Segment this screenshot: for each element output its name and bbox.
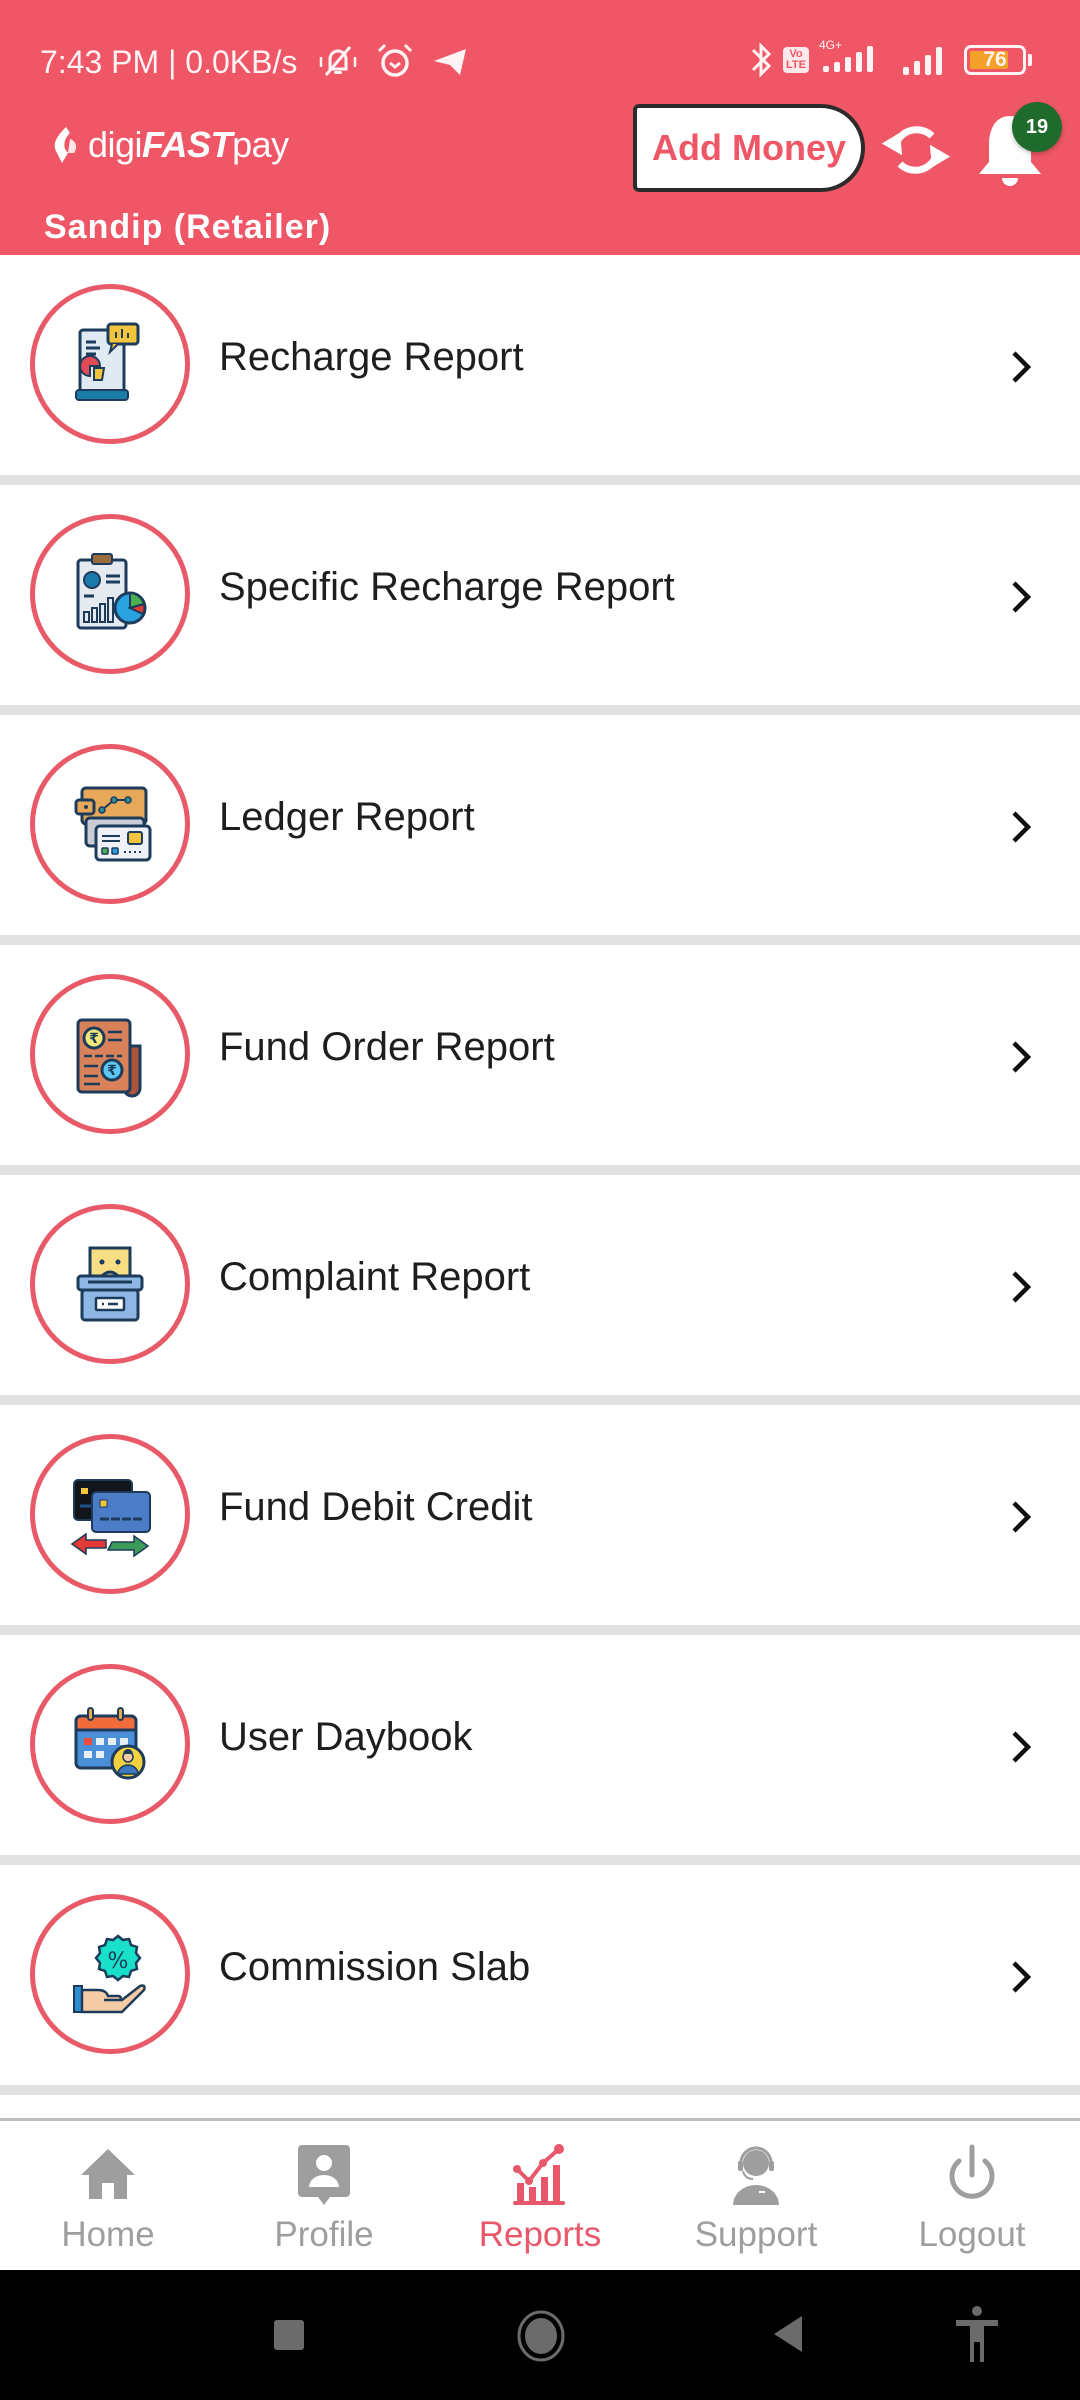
svg-text:₹: ₹	[89, 1031, 99, 1047]
complaint-report-icon	[76, 1246, 144, 1322]
chevron-right-icon	[1012, 351, 1032, 383]
accessibility-button[interactable]	[952, 2304, 1002, 2364]
report-item-fund-order-report[interactable]: ₹ ₹ Fund Order Report	[0, 945, 1080, 1175]
nav-tab-logout[interactable]: Logout	[864, 2121, 1080, 2270]
user-daybook-icon	[74, 1707, 146, 1780]
chevron-right-icon	[1012, 1041, 1032, 1073]
chevron-right-icon	[1012, 811, 1032, 843]
report-item-complaint-report[interactable]: Complaint Report	[0, 1175, 1080, 1405]
specific-recharge-report-icon	[76, 553, 147, 630]
report-label: User Daybook	[219, 1715, 473, 1759]
nav-tab-support[interactable]: Support	[648, 2121, 864, 2270]
nav-tab-home[interactable]: Home	[0, 2121, 216, 2270]
commission-slab-icon: %	[73, 1934, 146, 2014]
battery-tip	[1028, 54, 1032, 66]
report-label: Commission Slab	[219, 1945, 531, 1989]
nav-tab-reports[interactable]: Reports	[432, 2121, 648, 2270]
report-label: Fund Debit Credit	[219, 1485, 533, 1529]
signal-icon	[903, 45, 942, 75]
home-button[interactable]	[516, 2310, 566, 2362]
profile-icon	[298, 2145, 350, 2205]
report-label: Fund Order Report	[219, 1025, 555, 1069]
mute-vibrate-icon	[319, 46, 357, 76]
report-label: Ledger Report	[219, 795, 475, 839]
report-item-ledger-report[interactable]: Ledger Report	[0, 715, 1080, 945]
report-item-recharge-report[interactable]: Recharge Report	[0, 255, 1080, 485]
app-header: 7:43 PM | 0.0KB/s Vo LTE 4G+ 76 digiFAST…	[0, 0, 1080, 255]
report-item-commission-slab[interactable]: % Commission Slab	[0, 1865, 1080, 2095]
system-navigation-bar	[0, 2270, 1080, 2400]
brand-logo: digiFASTpay	[48, 124, 289, 166]
volte-icon: Vo LTE	[783, 47, 809, 73]
signal-4g-icon: 4G+	[819, 38, 885, 78]
report-item-fund-debit-credit[interactable]: Fund Debit Credit	[0, 1405, 1080, 1635]
bluetooth-icon	[751, 42, 772, 78]
svg-text:₹: ₹	[107, 1063, 117, 1079]
reports-list: Recharge Report Specific Recharge Report	[0, 255, 1080, 2095]
add-money-button[interactable]: Add Money	[633, 104, 865, 192]
home-icon	[81, 2149, 135, 2199]
status-bar: 7:43 PM | 0.0KB/s Vo LTE 4G+ 76	[0, 0, 1080, 120]
battery-icon: 76	[964, 45, 1026, 75]
chevron-right-icon	[1012, 1501, 1032, 1533]
logo-mark-icon	[54, 127, 77, 163]
refresh-icon[interactable]	[878, 118, 954, 182]
back-button[interactable]	[770, 2314, 806, 2354]
recharge-report-icon	[75, 322, 140, 401]
fund-debit-credit-icon	[70, 1479, 151, 1558]
bottom-navigation: Home Profile Reports Support Logout	[0, 2118, 1080, 2270]
chevron-right-icon	[1012, 1731, 1032, 1763]
chevron-right-icon	[1012, 1961, 1032, 1993]
report-item-user-daybook[interactable]: User Daybook	[0, 1635, 1080, 1865]
report-label: Complaint Report	[219, 1255, 531, 1299]
chevron-right-icon	[1012, 581, 1032, 613]
nav-tab-profile[interactable]: Profile	[216, 2121, 432, 2270]
notification-badge: 19	[1012, 102, 1062, 152]
power-icon	[949, 2144, 995, 2199]
svg-text:%: %	[108, 1949, 129, 1974]
chevron-right-icon	[1012, 1271, 1032, 1303]
alarm-icon	[377, 43, 413, 77]
support-icon	[733, 2146, 779, 2205]
report-label: Recharge Report	[219, 335, 524, 379]
reports-icon	[513, 2144, 565, 2205]
status-time: 7:43 PM | 0.0KB/s	[40, 44, 298, 80]
fund-order-report-icon: ₹ ₹	[76, 1018, 142, 1098]
telegram-icon	[434, 49, 466, 75]
user-name: Sandip (Retailer)	[44, 208, 332, 246]
ledger-report-icon	[74, 786, 152, 862]
report-label: Specific Recharge Report	[219, 565, 675, 609]
report-item-specific-recharge-report[interactable]: Specific Recharge Report	[0, 485, 1080, 715]
recents-button[interactable]	[272, 2318, 306, 2352]
